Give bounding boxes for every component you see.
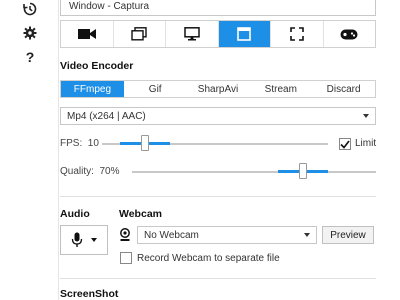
region-window-icon — [237, 27, 252, 41]
quality-slider-track[interactable] — [132, 171, 376, 173]
mode-fullscreen-button[interactable] — [271, 21, 324, 47]
fullscreen-corners-icon — [289, 27, 304, 41]
audio-title: Audio — [60, 208, 90, 220]
video-encoder-title: Video Encoder — [60, 60, 134, 72]
mode-screen-button[interactable] — [166, 21, 219, 47]
screenshot-title: ScreenShot — [60, 288, 119, 300]
capture-mode-bar — [60, 20, 376, 48]
chevron-down-icon — [363, 114, 369, 118]
webcam-selected: No Webcam — [144, 229, 199, 241]
fps-value: 10 — [87, 138, 99, 149]
tab-gif[interactable]: Gif — [124, 81, 187, 97]
history-icon[interactable] — [22, 1, 38, 17]
section-divider — [60, 196, 376, 197]
checkmark-icon — [340, 140, 350, 149]
codec-value: Mp4 (x264 | AAC) — [67, 110, 146, 122]
help-icon[interactable]: ? — [22, 49, 38, 65]
capture-source-field[interactable]: Window - Captura — [60, 0, 376, 16]
chevron-down-icon — [91, 238, 97, 242]
gear-icon[interactable] — [22, 25, 38, 41]
monitor-icon — [184, 27, 200, 41]
camera-icon — [77, 29, 96, 39]
window-stack-icon — [131, 27, 147, 41]
encoder-tabs: FFmpeg Gif SharpAvi Stream Discard — [60, 80, 376, 98]
codec-dropdown[interactable]: Mp4 (x264 | AAC) — [60, 107, 376, 125]
tab-sharpavi[interactable]: SharpAvi — [187, 81, 250, 97]
microphone-icon — [71, 232, 83, 247]
quality-label: Quality: 70% — [60, 166, 120, 177]
webcam-preview-button[interactable]: Preview — [322, 226, 374, 244]
quality-slider-thumb[interactable] — [298, 163, 307, 179]
webcam-icon — [119, 228, 131, 245]
capture-source-label: Window - Captura — [69, 1, 150, 12]
fps-label: FPS: 10 — [60, 138, 99, 149]
separate-file-checkbox[interactable] — [120, 252, 132, 264]
mode-game-button[interactable] — [324, 21, 376, 47]
chevron-down-icon — [304, 233, 310, 237]
tab-stream[interactable]: Stream — [249, 81, 312, 97]
mode-region-button[interactable] — [218, 21, 271, 47]
webcam-dropdown[interactable]: No Webcam — [137, 226, 317, 244]
separate-file-label: Record Webcam to separate file — [137, 253, 280, 264]
limit-label: Limit — [355, 138, 377, 149]
quality-value: 70% — [99, 166, 120, 177]
fps-slider-thumb[interactable] — [140, 135, 149, 151]
limit-checkbox[interactable] — [339, 138, 351, 150]
tab-ffmpeg[interactable]: FFmpeg — [61, 81, 124, 97]
right-gutter — [384, 0, 400, 300]
left-rail: ? — [0, 0, 58, 300]
webcam-title: Webcam — [119, 208, 162, 220]
section-divider — [60, 278, 376, 279]
mode-window-button[interactable] — [114, 21, 166, 47]
gamepad-icon — [340, 29, 358, 39]
mode-webcam-only-button[interactable] — [61, 21, 114, 47]
audio-source-button[interactable] — [60, 225, 108, 255]
tab-discard[interactable]: Discard — [312, 81, 375, 97]
